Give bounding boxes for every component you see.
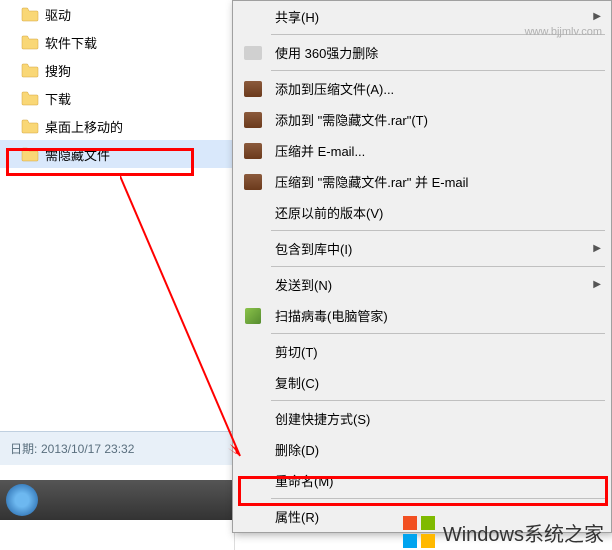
rar-icon — [244, 174, 262, 190]
taskbar — [0, 480, 234, 520]
menu-item[interactable]: 重命名(M) — [233, 465, 611, 496]
folder-label: 软件下载 — [45, 33, 97, 52]
folder-item[interactable]: 需隐藏文件 — [0, 140, 234, 168]
watermark-text: Windows系统之家 — [443, 518, 604, 547]
menu-item-icon — [241, 173, 265, 191]
menu-item[interactable]: 添加到压缩文件(A)... — [233, 73, 611, 104]
menu-item-icon — [241, 240, 265, 258]
folder-label: 搜狗 — [45, 61, 71, 80]
date-value: 2013/10/17 23:32 — [41, 442, 134, 456]
folder-icon — [20, 34, 40, 50]
folder-label: 驱动 — [45, 5, 71, 24]
menu-item-label: 删除(D) — [275, 440, 601, 459]
menu-item-icon — [241, 80, 265, 98]
start-button[interactable] — [0, 480, 44, 520]
menu-divider — [271, 333, 605, 334]
folder-label: 桌面上移动的 — [45, 117, 123, 136]
watermark: Windows系统之家 — [401, 514, 604, 550]
menu-item-label: 扫描病毒(电脑管家) — [275, 306, 601, 325]
menu-item[interactable]: 包含到库中(I) ▶ — [233, 233, 611, 264]
menu-item[interactable]: 使用 360强力删除 — [233, 37, 611, 68]
printer-icon — [244, 46, 262, 60]
folder-label: 下载 — [45, 89, 71, 108]
menu-item-label: 使用 360强力删除 — [275, 43, 601, 62]
menu-item[interactable]: 还原以前的版本(V) — [233, 197, 611, 228]
menu-item[interactable]: 剪切(T) — [233, 336, 611, 367]
menu-item-label: 添加到 "需隐藏文件.rar"(T) — [275, 110, 601, 129]
folder-item[interactable]: 软件下载 — [0, 28, 234, 56]
folder-icon — [20, 6, 40, 22]
folder-icon — [20, 90, 40, 106]
menu-divider — [271, 266, 605, 267]
menu-divider — [271, 70, 605, 71]
context-menu: 共享(H) ▶ 使用 360强力删除添加到压缩文件(A)... 添加到 "需隐藏文件.… — [232, 0, 612, 533]
folder-item[interactable]: 下载 — [0, 84, 234, 112]
menu-item-icon — [241, 472, 265, 490]
menu-item-label: 压缩到 "需隐藏文件.rar" 并 E-mail — [275, 172, 601, 191]
folder-item[interactable]: 搜狗 — [0, 56, 234, 84]
menu-item-label: 还原以前的版本(V) — [275, 203, 601, 222]
watermark-url: www.bjjmlv.com — [525, 26, 602, 38]
folder-icon — [20, 62, 40, 78]
menu-item-label: 发送到(N) — [275, 275, 585, 294]
windows-logo-icon — [401, 514, 437, 550]
menu-item-label: 创建快捷方式(S) — [275, 409, 601, 428]
menu-item[interactable]: 压缩到 "需隐藏文件.rar" 并 E-mail — [233, 166, 611, 197]
submenu-arrow-icon: ▶ — [593, 243, 601, 254]
start-orb-icon — [6, 484, 38, 516]
menu-item-icon — [241, 441, 265, 459]
shield-icon — [245, 308, 261, 324]
rar-icon — [244, 143, 262, 159]
menu-item-icon — [241, 8, 265, 26]
submenu-arrow-icon: ▶ — [593, 11, 601, 22]
menu-item-label: 共享(H) — [275, 7, 585, 26]
folder-list-panel: 驱动软件下载搜狗下载桌面上移动的需隐藏文件 日期: 2013/10/17 23:… — [0, 0, 235, 550]
menu-item-icon — [241, 111, 265, 129]
menu-item[interactable]: 添加到 "需隐藏文件.rar"(T) — [233, 104, 611, 135]
folder-icon — [20, 118, 40, 134]
folder-item[interactable]: 驱动 — [0, 0, 234, 28]
menu-item-label: 添加到压缩文件(A)... — [275, 79, 601, 98]
menu-item-icon — [241, 44, 265, 62]
menu-divider — [271, 230, 605, 231]
info-box: 日期: 2013/10/17 23:32 — [0, 431, 235, 465]
menu-item-icon — [241, 374, 265, 392]
folder-item[interactable]: 桌面上移动的 — [0, 112, 234, 140]
menu-item-icon — [241, 142, 265, 160]
date-label: 日期: — [10, 442, 37, 456]
submenu-arrow-icon: ▶ — [593, 279, 601, 290]
menu-item-icon — [241, 204, 265, 222]
menu-item-label: 剪切(T) — [275, 342, 601, 361]
rar-icon — [244, 81, 262, 97]
menu-item-icon — [241, 410, 265, 428]
menu-item-label: 压缩并 E-mail... — [275, 141, 601, 160]
menu-item[interactable]: 压缩并 E-mail... — [233, 135, 611, 166]
menu-item[interactable]: 扫描病毒(电脑管家) — [233, 300, 611, 331]
menu-item[interactable]: 复制(C) — [233, 367, 611, 398]
menu-item-icon — [241, 276, 265, 294]
menu-item-label: 重命名(M) — [275, 471, 601, 490]
menu-divider — [271, 400, 605, 401]
folder-label: 需隐藏文件 — [45, 145, 110, 164]
menu-item-label: 复制(C) — [275, 373, 601, 392]
folder-icon — [20, 146, 40, 162]
menu-item[interactable]: 创建快捷方式(S) — [233, 403, 611, 434]
menu-item-label: 包含到库中(I) — [275, 239, 585, 258]
menu-item-icon — [241, 343, 265, 361]
menu-item-icon — [241, 307, 265, 325]
rar-icon — [244, 112, 262, 128]
menu-item[interactable]: 删除(D) — [233, 434, 611, 465]
menu-item[interactable]: 发送到(N) ▶ — [233, 269, 611, 300]
menu-divider — [271, 498, 605, 499]
menu-item-icon — [241, 508, 265, 526]
